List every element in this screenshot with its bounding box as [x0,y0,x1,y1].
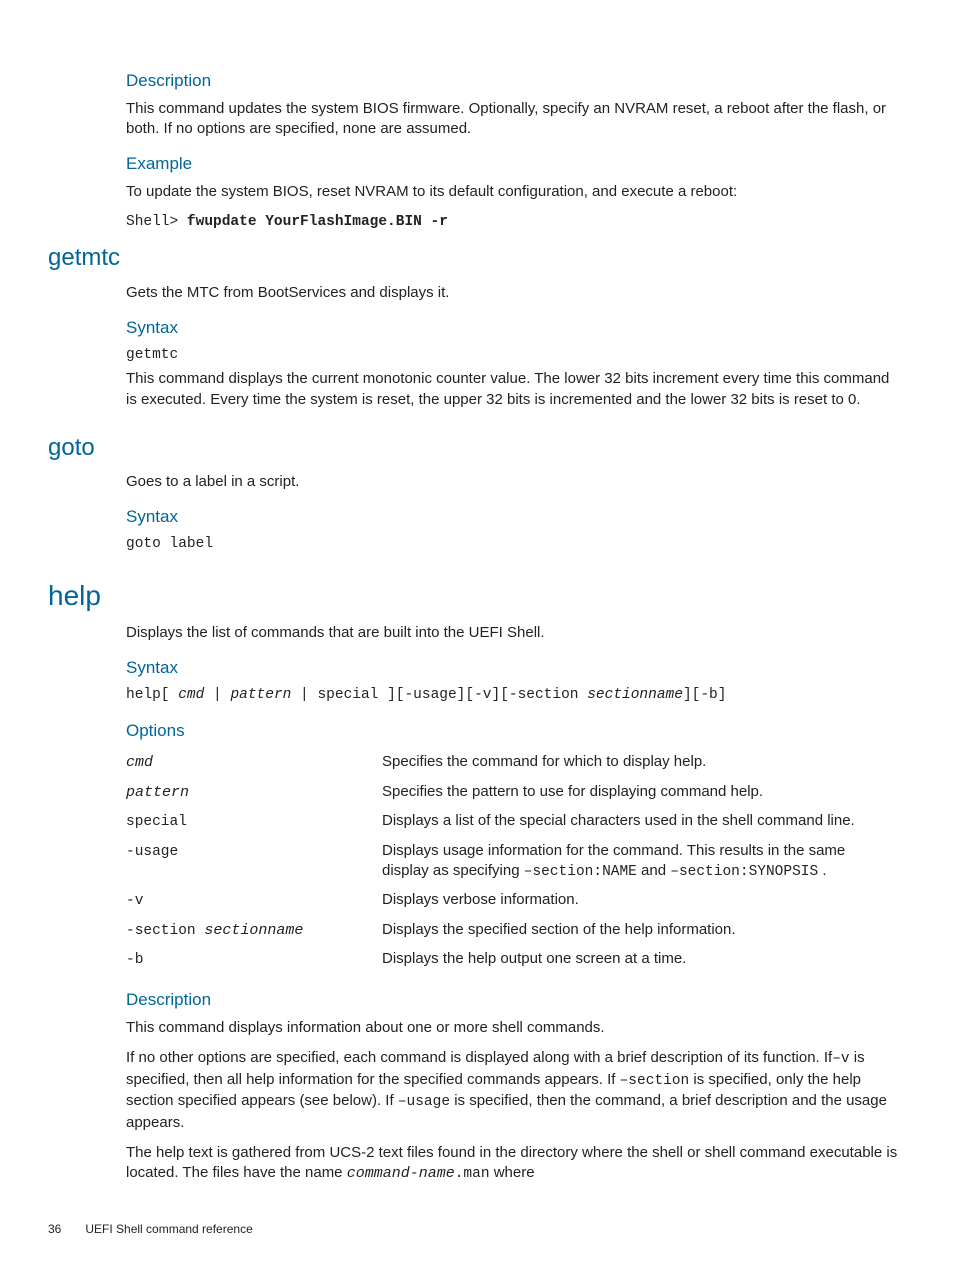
shell-command-line: Shell> fwupdate YourFlashImage.BIN -r [126,213,898,233]
table-row: special Displays a list of the special c… [126,807,898,837]
opt-key: special [126,814,187,830]
help-desc-p3: The help text is gathered from UCS-2 tex… [126,1143,898,1185]
footer-title: UEFI Shell command reference [85,1222,252,1236]
help-syntax: help[ cmd | pattern | special ][-usage][… [126,686,898,706]
help-description-body: This command displays information about … [126,1018,898,1185]
options-table: cmd Specifies the command for which to d… [126,748,898,975]
help-body: Displays the list of commands that are b… [126,623,898,643]
goto-syntax: goto label [126,535,898,555]
table-row: -v Displays verbose information. [126,886,898,916]
heading-help: help [48,577,906,615]
getmtc-body: Gets the MTC from BootServices and displ… [126,283,898,303]
opt-val: Displays verbose information. [382,886,898,916]
fwupdate-description-text: This command updates the system BIOS fir… [126,99,898,140]
opt-val: Specifies the command for which to displ… [382,748,898,777]
table-row: -b Displays the help output one screen a… [126,945,898,975]
getmtc-syntax-body: getmtc This command displays the current… [126,346,898,410]
help-desc-p1: This command displays information about … [126,1018,898,1038]
table-row: -usage Displays usage information for th… [126,837,898,887]
help-desc-p2: If no other options are specified, each … [126,1048,898,1133]
opt-key: pattern [126,784,189,801]
opt-key: -v [126,893,143,909]
opt-val: Displays a list of the special character… [382,807,898,837]
opt-key: -section [126,923,204,939]
table-row: cmd Specifies the command for which to d… [126,748,898,777]
opt-key: -usage [126,844,178,860]
heading-example: Example [48,153,906,176]
help-options-body: cmd Specifies the command for which to d… [126,748,898,975]
opt-key: -b [126,952,143,968]
help-lead: Displays the list of commands that are b… [126,623,898,643]
heading-syntax-help: Syntax [48,657,906,680]
heading-description: Description [48,70,906,93]
getmtc-lead: Gets the MTC from BootServices and displ… [126,283,898,303]
getmtc-syntax: getmtc [126,346,898,366]
goto-lead: Goes to a label in a script. [126,472,898,492]
page-footer: 36 UEFI Shell command reference [48,1221,906,1237]
goto-syntax-body: goto label [126,535,898,555]
fwupdate-description-body: This command updates the system BIOS fir… [126,99,898,140]
opt-val: Displays the help output one screen at a… [382,945,898,975]
heading-syntax-getmtc: Syntax [48,317,906,340]
opt-key: cmd [126,754,153,771]
table-row: -section sectionname Displays the specif… [126,916,898,946]
goto-body: Goes to a label in a script. [126,472,898,492]
opt-val: Displays the specified section of the he… [382,916,898,946]
fwupdate-example-body: To update the system BIOS, reset NVRAM t… [126,182,898,232]
heading-getmtc: getmtc [48,242,906,274]
fwupdate-example-text: To update the system BIOS, reset NVRAM t… [126,182,898,202]
shell-prompt: Shell> [126,214,187,230]
shell-cmd: fwupdate YourFlashImage.BIN -r [187,214,448,230]
heading-syntax-goto: Syntax [48,506,906,529]
opt-val: Specifies the pattern to use for display… [382,778,898,807]
heading-description-help: Description [48,989,906,1012]
help-syntax-body: help[ cmd | pattern | special ][-usage][… [126,686,898,706]
page-number: 36 [48,1221,82,1237]
getmtc-text: This command displays the current monoto… [126,369,898,410]
heading-goto: goto [48,432,906,464]
heading-options: Options [48,720,906,743]
opt-val: Displays usage information for the comma… [382,837,898,887]
table-row: pattern Specifies the pattern to use for… [126,778,898,807]
